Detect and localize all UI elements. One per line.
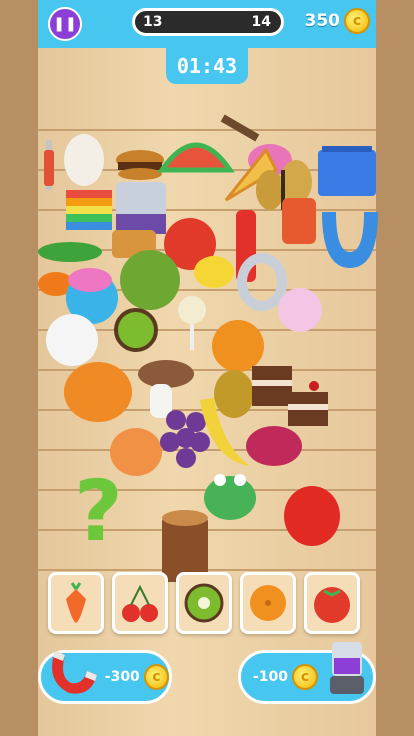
pumpkin[interactable] xyxy=(64,362,132,422)
cake-slice-2[interactable] xyxy=(288,381,328,426)
tray-slot[interactable] xyxy=(176,572,232,634)
tray-slot[interactable] xyxy=(48,572,104,634)
lollipop[interactable] xyxy=(178,296,206,350)
hamburger[interactable] xyxy=(116,150,164,180)
tray-slot[interactable] xyxy=(240,572,296,634)
cherries-icon xyxy=(122,584,158,622)
shopping-basket[interactable] xyxy=(318,146,376,196)
lettuce[interactable] xyxy=(120,250,180,310)
kiwi-icon xyxy=(184,583,224,623)
tomato-icon xyxy=(314,587,350,623)
red-block[interactable] xyxy=(282,198,316,244)
question-mark[interactable]: ? xyxy=(74,462,123,560)
pot[interactable] xyxy=(116,182,166,234)
coin-icon: c xyxy=(143,664,169,690)
tray-slot[interactable] xyxy=(304,572,360,634)
toy-magnet[interactable] xyxy=(322,212,378,268)
fork[interactable] xyxy=(44,140,54,190)
mushroom-cake-top xyxy=(68,268,112,292)
magnet-cost: -300 xyxy=(104,669,140,685)
blender-icon xyxy=(330,642,365,694)
watermelon[interactable] xyxy=(157,142,235,173)
strawberry[interactable] xyxy=(284,486,340,546)
magnet-icon xyxy=(52,651,97,694)
orange-icon xyxy=(250,585,286,621)
coin-icon: c xyxy=(292,664,319,690)
carrot-icon xyxy=(66,582,86,623)
kiwi[interactable] xyxy=(114,308,158,352)
milk-bottle[interactable] xyxy=(46,314,98,366)
lemon[interactable] xyxy=(194,256,234,288)
tray-slot[interactable] xyxy=(112,572,168,634)
beet[interactable] xyxy=(246,426,302,466)
cake-slice[interactable] xyxy=(252,366,292,406)
rainbow-cake[interactable] xyxy=(66,190,112,230)
collection-tray xyxy=(48,572,368,638)
frog[interactable] xyxy=(204,474,256,520)
magnet-powerup-button[interactable]: -300 c xyxy=(38,650,172,704)
orange[interactable] xyxy=(212,320,264,372)
mango[interactable] xyxy=(214,370,254,418)
mushroom[interactable] xyxy=(138,360,194,418)
garlic[interactable] xyxy=(278,288,322,332)
egg[interactable] xyxy=(64,134,104,186)
grapes[interactable] xyxy=(160,410,210,468)
blender-cost: -100 xyxy=(253,669,289,685)
blender-powerup-button[interactable]: -100 c xyxy=(238,642,376,704)
peas[interactable] xyxy=(38,242,102,262)
